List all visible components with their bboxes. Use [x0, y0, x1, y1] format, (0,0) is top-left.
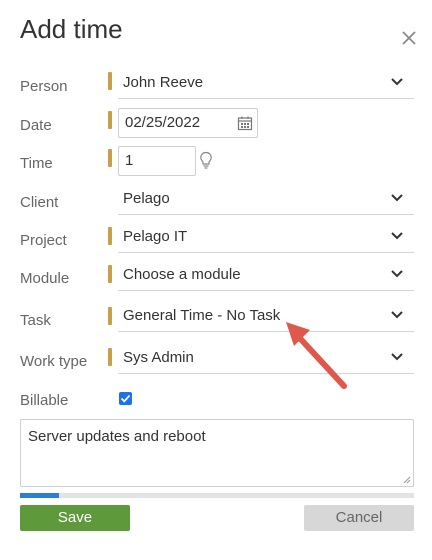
date-input[interactable]: 02/25/2022	[118, 108, 258, 138]
work-type-value: Sys Admin	[123, 349, 194, 366]
checkmark-icon	[120, 394, 131, 403]
lightbulb-icon[interactable]	[199, 151, 213, 169]
chevron-down-icon	[391, 194, 403, 202]
required-marker	[108, 348, 112, 366]
resize-handle-icon[interactable]	[403, 476, 411, 484]
annotation-arrow-icon	[286, 322, 347, 389]
required-marker	[108, 227, 112, 245]
chevron-down-icon	[391, 78, 403, 86]
project-label: Project	[20, 232, 67, 249]
work-type-label: Work type	[20, 353, 88, 370]
task-value: General Time - No Task	[123, 307, 281, 324]
close-icon[interactable]	[399, 26, 419, 46]
chevron-down-icon	[391, 311, 403, 319]
client-value: Pelago	[123, 190, 170, 207]
task-label: Task	[20, 312, 51, 329]
module-value: Choose a module	[123, 266, 241, 283]
person-select[interactable]: John Reeve	[118, 68, 414, 99]
required-marker	[108, 72, 112, 90]
time-value: 1	[125, 152, 134, 169]
dialog-title: Add time	[20, 14, 123, 44]
notes-value: Server updates and reboot	[28, 428, 206, 445]
save-button[interactable]: Save	[20, 505, 130, 531]
chevron-down-icon	[391, 353, 403, 361]
module-label: Module	[20, 270, 70, 287]
notes-textarea[interactable]: Server updates and reboot	[20, 419, 414, 487]
required-marker	[108, 307, 112, 325]
time-input[interactable]: 1	[118, 146, 196, 176]
chevron-down-icon	[391, 232, 403, 240]
calendar-icon[interactable]	[237, 115, 253, 131]
billable-checkbox[interactable]	[119, 392, 132, 405]
date-label: Date	[20, 117, 52, 134]
required-marker	[108, 265, 112, 283]
required-marker	[108, 149, 112, 167]
project-select[interactable]: Pelago IT	[118, 222, 414, 253]
client-select[interactable]: Pelago	[118, 184, 414, 215]
person-value: John Reeve	[123, 74, 204, 91]
module-select[interactable]: Choose a module	[118, 260, 414, 291]
work-type-select[interactable]: Sys Admin	[118, 343, 414, 374]
time-label: Time	[20, 155, 53, 172]
progress-bar	[20, 493, 414, 498]
cancel-button[interactable]: Cancel	[304, 505, 414, 531]
client-label: Client	[20, 194, 59, 211]
progress-fill	[20, 493, 60, 498]
billable-label: Billable	[20, 392, 69, 409]
task-select[interactable]: General Time - No Task	[118, 301, 414, 332]
required-marker	[108, 111, 112, 129]
date-value: 02/25/2022	[125, 114, 201, 131]
person-label: Person	[20, 78, 68, 95]
project-value: Pelago IT	[123, 228, 188, 245]
chevron-down-icon	[391, 270, 403, 278]
